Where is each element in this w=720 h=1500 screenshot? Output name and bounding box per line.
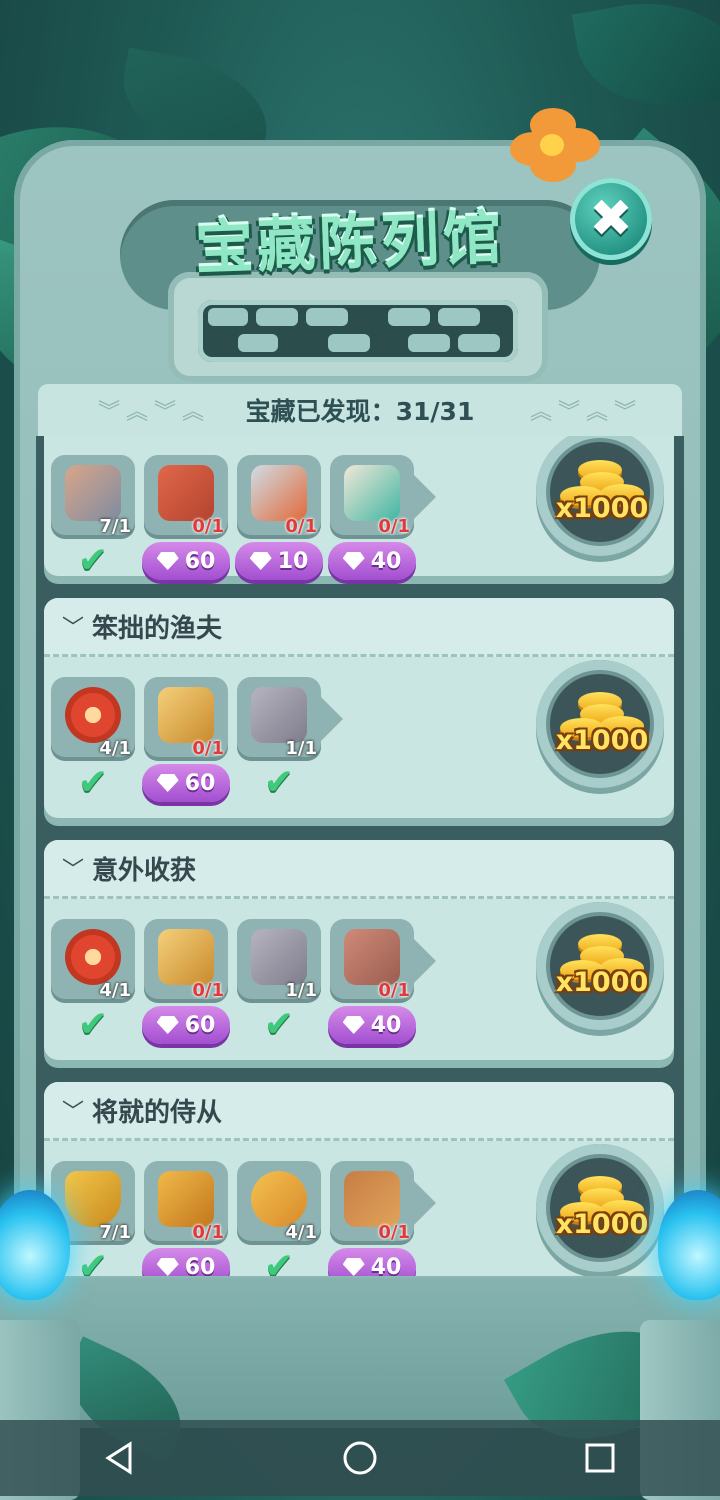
- gem-icon: [156, 1258, 179, 1276]
- collection-header[interactable]: ﹀ 笨拙的渔夫: [44, 598, 674, 657]
- chevron-down-icon: ﹀: [62, 1100, 85, 1125]
- back-button[interactable]: [80, 1428, 160, 1488]
- gem-icon: [249, 552, 272, 570]
- android-nav-bar: [0, 1420, 720, 1496]
- gem-icon: [342, 552, 365, 570]
- discover-bar: ︾︽︾︽ 宝藏已发现：31/31 ︽︾︽︾: [38, 384, 682, 436]
- back-icon: [105, 1441, 132, 1475]
- buy-gem-button[interactable]: 60: [142, 1006, 230, 1044]
- leaf-decoration: [571, 0, 720, 124]
- target-icon[interactable]: 4/1: [51, 919, 135, 1003]
- check-icon: ✔: [263, 1004, 295, 1045]
- collection-header[interactable]: ﹀ 将就的侍从: [44, 1082, 674, 1141]
- collection-card: ﹀ 笨拙的渔夫 4/1 0/1 1/1 ✔ 60 ✔ x1000: [44, 598, 674, 818]
- gem-icon: [156, 552, 179, 570]
- buy-gem-button[interactable]: 10: [235, 542, 323, 580]
- gem-icon: [342, 1016, 365, 1034]
- gem-icon: [156, 774, 179, 792]
- check-icon: ✔: [263, 762, 295, 803]
- collection-header[interactable]: ﹀ 意外收获: [44, 840, 674, 899]
- gem-icon: [342, 1258, 365, 1276]
- close-icon: ✖: [589, 189, 633, 249]
- belt-icon[interactable]: 4/1: [237, 1161, 321, 1245]
- check-icon: ✔: [77, 762, 109, 803]
- snake-stone-icon[interactable]: 1/1: [237, 677, 343, 761]
- recents-button[interactable]: [560, 1428, 640, 1488]
- page-title: 宝藏陈列馆: [194, 203, 507, 283]
- chevron-decoration: ︾︽︾︽: [98, 400, 211, 425]
- coin-reward[interactable]: x1000: [536, 902, 664, 1030]
- check-icon: ✔: [77, 1246, 109, 1277]
- check-icon: ✔: [77, 540, 109, 581]
- chevron-down-icon: ﹀: [62, 616, 85, 641]
- buy-gem-button[interactable]: 60: [142, 1248, 230, 1276]
- armor-icon[interactable]: 0/1: [144, 1161, 228, 1245]
- home-icon: [343, 1441, 377, 1475]
- coin-reward[interactable]: x1000: [536, 660, 664, 788]
- home-button[interactable]: [320, 1428, 400, 1488]
- discover-count: 宝藏已发现：31/31: [245, 397, 475, 426]
- collection-card: ﹀ 意外收获 4/1 0/1 1/1 0/1 ✔ 60 ✔ 40 x1000: [44, 840, 674, 1060]
- buy-gem-button[interactable]: 40: [328, 1248, 416, 1276]
- hammer-icon[interactable]: 7/1: [51, 455, 135, 539]
- blue-flame-icon: [0, 1190, 80, 1340]
- check-icon: ✔: [77, 1004, 109, 1045]
- recents-icon: [585, 1443, 615, 1473]
- flower-decoration: [500, 108, 610, 188]
- target-icon[interactable]: 4/1: [51, 677, 135, 761]
- spear-icon[interactable]: 0/1: [237, 455, 321, 539]
- collection-list[interactable]: 7/1 0/1 0/1 0/1 ✔ 60 10 40 x1000 ﹀ 笨拙的渔夫…: [36, 436, 684, 1276]
- buy-gem-button[interactable]: 40: [328, 542, 416, 580]
- blue-flame-icon: [640, 1190, 720, 1340]
- gem-icon: [156, 1016, 179, 1034]
- buy-gem-button[interactable]: 60: [142, 542, 230, 580]
- collection-card: 7/1 0/1 0/1 0/1 ✔ 60 10 40 x1000: [44, 436, 674, 581]
- bow-icon[interactable]: 0/1: [144, 677, 228, 761]
- buy-gem-button[interactable]: 40: [328, 1006, 416, 1044]
- close-button[interactable]: ✖: [570, 178, 652, 260]
- chevron-decoration: ︽︾︽︾: [529, 400, 642, 425]
- check-icon: ✔: [263, 1246, 295, 1277]
- chevron-down-icon: ﹀: [62, 858, 85, 883]
- skull-necklace-icon[interactable]: 0/1: [330, 455, 436, 539]
- spider-stone-icon[interactable]: 0/1: [330, 919, 436, 1003]
- buy-gem-button[interactable]: 60: [142, 764, 230, 802]
- progress-slots: [198, 300, 518, 362]
- snake-stone-icon[interactable]: 1/1: [237, 919, 321, 1003]
- bow-icon[interactable]: 0/1: [144, 919, 228, 1003]
- collection-card: ﹀ 将就的侍从 7/1 0/1 4/1 0/1 ✔ 60 ✔ 40 x1000: [44, 1082, 674, 1276]
- bone-icon[interactable]: 0/1: [144, 455, 228, 539]
- slingshot-icon[interactable]: 0/1: [330, 1161, 436, 1245]
